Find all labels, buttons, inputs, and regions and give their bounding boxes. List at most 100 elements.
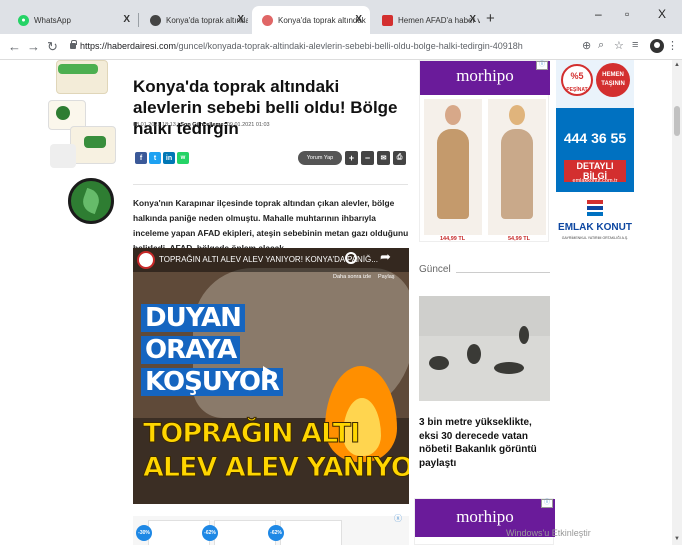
whatsapp-favicon-icon: ● [18, 14, 29, 26]
product-price: 54,99 TL [508, 236, 531, 242]
url-field[interactable]: https://haberdairesi.com/guncel/konyada-… [80, 41, 523, 51]
zoom-icon[interactable]: ⌕ [598, 39, 604, 52]
tab-title: Konya'da toprak altındaki alevlerin [166, 15, 248, 25]
left-product-ad[interactable] [40, 60, 122, 250]
tab-separator [138, 13, 139, 27]
font-decrease-button[interactable]: − [361, 151, 374, 165]
windows-activation-watermark: Windows'u Etkinleştir [506, 528, 591, 538]
percent-value: %5 [570, 71, 584, 81]
product-price: 144,99 TL [440, 236, 466, 242]
tab-konya-active[interactable]: Konya'da toprak altındaki alevle X [252, 6, 370, 34]
tab-title: Konya'da toprak altındaki alevle [278, 15, 366, 25]
percent-badge: %5 PEŞİNAT [561, 64, 593, 96]
close-window-button[interactable]: X [658, 7, 666, 21]
ad-product-card[interactable] [148, 520, 210, 545]
profile-icon[interactable] [650, 39, 664, 53]
tab-whatsapp[interactable]: ● WhatsApp X [8, 6, 138, 34]
morhipo-ad[interactable]: morhipo ⓧ 144,99 TL 54,99 TL [419, 60, 550, 242]
discount-badge: -30% [136, 525, 152, 541]
emlak-url: emlakkonut.com.tr [572, 178, 618, 184]
url-host: https://haberdairesi.com [80, 41, 177, 51]
emlak-konut-ad[interactable]: %5 PEŞİNAT HEMEN TAŞININ 444 36 55 DETAYLI… [556, 60, 634, 272]
playlist-icon[interactable]: ≡ [632, 39, 638, 51]
channel-logo-icon[interactable] [137, 251, 155, 269]
discount-badge: -62% [202, 525, 218, 541]
video-player[interactable]: TOPRAĞIN ALTI ALEV ALEV YANIYOR! KONYA'D… [133, 248, 409, 504]
rock-shape [467, 344, 481, 364]
updated-date: 09.01.2021 01:03 [226, 122, 270, 128]
article-lead: Konya'nın Karapınar ilçesinde toprak alt… [133, 198, 409, 253]
print-icon[interactable]: ⎙ [393, 151, 406, 165]
scroll-down-icon[interactable]: ▼ [674, 536, 680, 542]
news-favicon-icon [382, 14, 393, 26]
whatsapp-share-button[interactable]: w [177, 152, 189, 164]
reload-icon[interactable]: ↻ [47, 39, 58, 55]
news-headline[interactable]: 3 bin metre yükseklikte, eksi 30 dereced… [419, 416, 554, 470]
model-photo [424, 99, 482, 235]
page-scrollbar[interactable]: ▲ ▼ [672, 60, 682, 545]
twitter-share-button[interactable]: t [149, 152, 161, 164]
product-label [84, 136, 106, 148]
new-tab-button[interactable]: + [486, 10, 495, 27]
scroll-thumb[interactable] [674, 106, 680, 136]
play-icon[interactable] [263, 366, 273, 378]
ad-info-icon[interactable]: ⓧ [541, 499, 553, 508]
tab-close-icon[interactable]: X [237, 14, 244, 25]
mail-icon[interactable]: ✉ [377, 151, 390, 165]
article-dateline: 08.01.2021 18:13 | Son Güncelleme: 09.01… [133, 122, 270, 128]
tab-afad[interactable]: Hemen AFAD'a haber verdiler! To X [372, 6, 484, 34]
watch-later-icon[interactable] [345, 252, 357, 264]
address-bar: ← → ↻ https://haberdairesi.com/guncel/ko… [0, 34, 682, 60]
rock-shape [494, 362, 524, 374]
hemen-badge: HEMEN TAŞININ [596, 63, 630, 97]
article-divider [133, 184, 408, 185]
ad-product-card[interactable] [214, 520, 276, 545]
facebook-share-button[interactable]: f [135, 152, 147, 164]
tab-close-icon[interactable]: X [355, 14, 362, 25]
share-icon[interactable]: ➦ [380, 249, 391, 265]
tab-close-icon[interactable]: X [123, 14, 130, 25]
star-icon[interactable]: ☆ [614, 39, 624, 52]
minimize-button[interactable]: – [595, 7, 602, 21]
tab-konya-1[interactable]: Konya'da toprak altındaki alevlerin X [140, 6, 252, 34]
phone-number: 444 36 55 [563, 130, 627, 146]
updated-label: Son Güncelleme: [180, 122, 226, 128]
tab-title: WhatsApp [34, 15, 71, 25]
overlay-text-5: ALEV ALEV YANIYOR [143, 452, 409, 483]
site-favicon-icon [150, 14, 161, 26]
overlay-text-1: DUYAN [141, 304, 245, 332]
pesinat-label: PEŞİNAT [566, 87, 588, 93]
section-divider [456, 272, 550, 273]
emlak-name: EMLAK KONUT [558, 222, 632, 233]
product-label [58, 64, 98, 74]
tab-close-icon[interactable]: X [469, 14, 476, 25]
model-coat [437, 129, 469, 219]
back-icon[interactable]: ← [8, 39, 21, 54]
product-label [56, 106, 70, 120]
news-image[interactable] [419, 296, 550, 401]
overlay-text-4: TOPRAĞIN ALTI [142, 418, 360, 449]
morhipo-logo: morhipo [420, 61, 550, 95]
emlak-subtitle: GAYRİMENKUL YATIRIM ORTAKLIĞI A.Ş. [561, 236, 629, 240]
comment-button[interactable]: Yorum Yap [298, 151, 342, 165]
translate-icon[interactable]: ⊕ [582, 39, 591, 52]
overlay-text-3: KOŞUYOR [141, 368, 283, 396]
forward-icon[interactable]: → [27, 39, 40, 54]
rock-shape [519, 326, 529, 344]
ad-product-card[interactable] [280, 520, 342, 545]
maximize-button[interactable]: ▫ [625, 7, 629, 21]
comment-label: Yorum Yap [306, 155, 334, 161]
hemen-line-2: TAŞININ [601, 81, 625, 87]
linkedin-share-button[interactable]: in [163, 152, 175, 164]
menu-icon[interactable]: ⋮ [667, 39, 678, 52]
emlak-logo-icon [587, 200, 603, 216]
tab-strip: ● WhatsApp X Konya'da toprak altındaki a… [0, 0, 682, 34]
ad-info-icon[interactable]: ⓧ [536, 61, 548, 70]
scroll-up-icon[interactable]: ▲ [674, 62, 680, 68]
ad-close-icon[interactable]: ⓧ [394, 513, 402, 524]
font-increase-button[interactable]: + [345, 151, 358, 165]
discount-badge: -62% [268, 525, 284, 541]
site-favicon-icon [262, 14, 273, 26]
overlay-text-2: ORAYA [141, 336, 241, 364]
article-headline: Konya'da toprak altındaki alevlerin sebe… [133, 77, 398, 138]
